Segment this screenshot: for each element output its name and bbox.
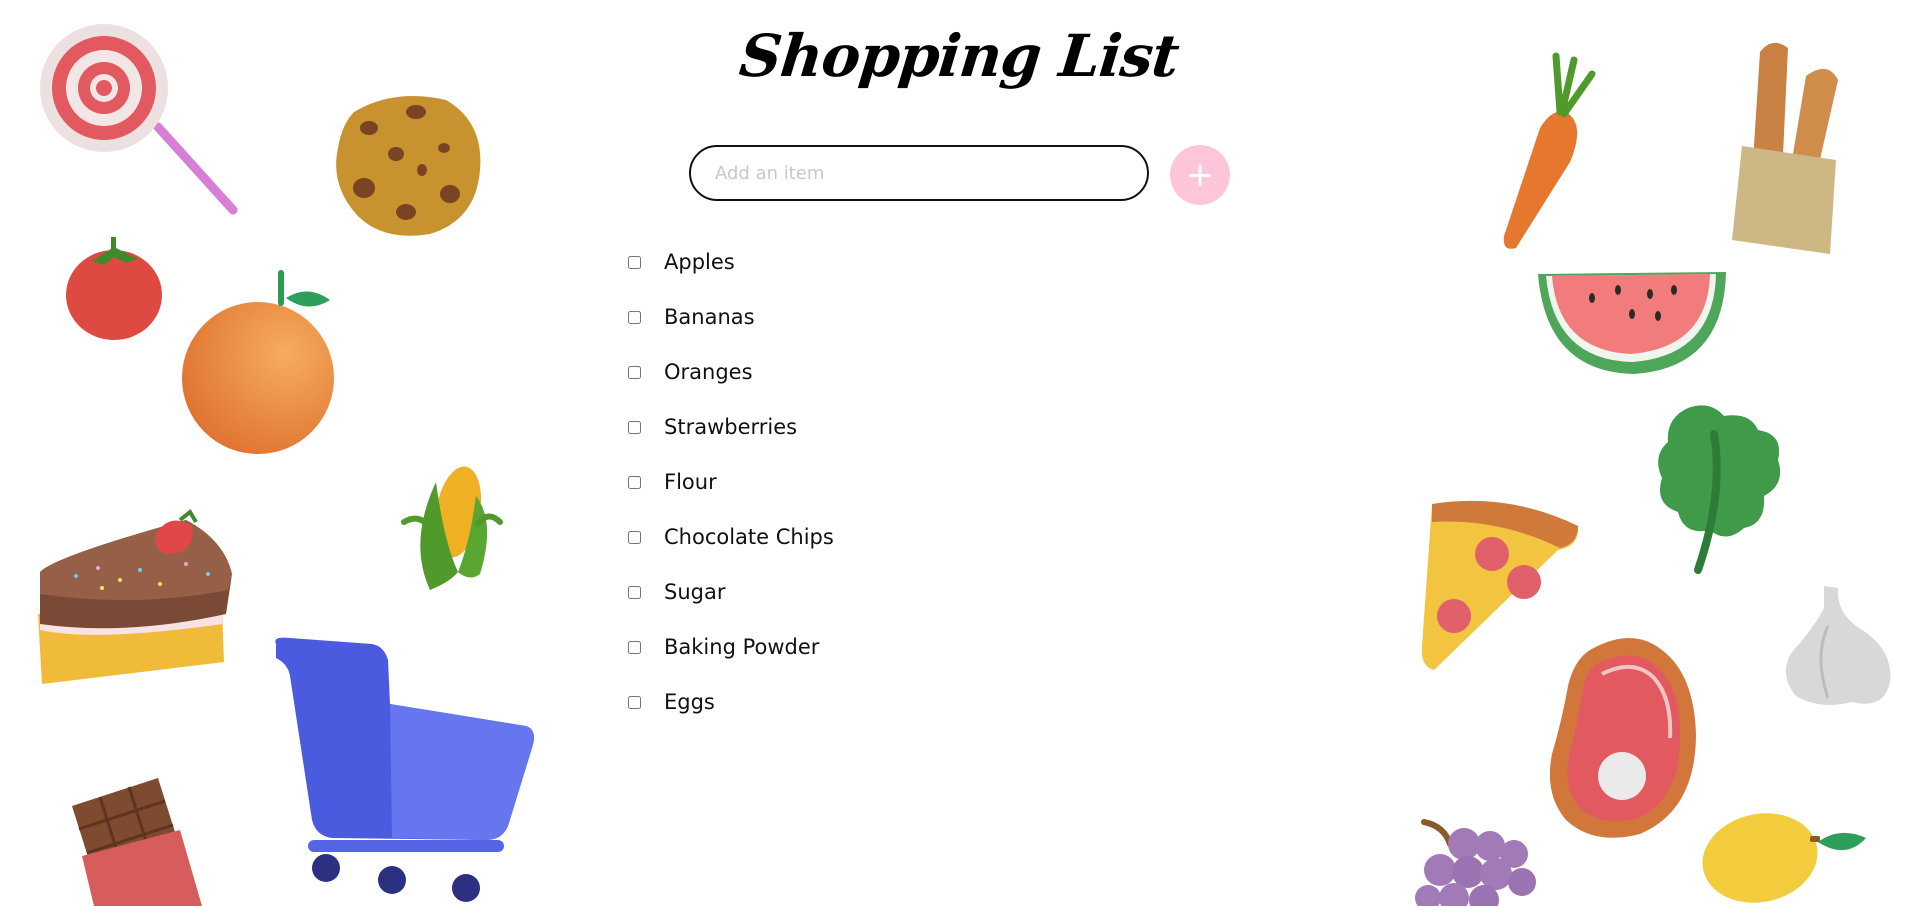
item-label: Oranges (664, 360, 753, 384)
cake-slice-icon (36, 509, 236, 687)
garlic-icon (1784, 586, 1894, 708)
item-label: Eggs (664, 690, 715, 714)
item-label: Sugar (664, 580, 726, 604)
grapes-icon (1414, 819, 1544, 906)
item-checkbox[interactable] (628, 641, 641, 654)
item-label: Baking Powder (664, 635, 820, 659)
add-item-button[interactable]: + (1170, 145, 1230, 205)
item-checkbox[interactable] (628, 696, 641, 709)
item-checkbox[interactable] (628, 586, 641, 599)
cookie-icon (334, 92, 486, 240)
item-label: Bananas (664, 305, 755, 329)
item-label: Apples (664, 250, 735, 274)
item-checkbox[interactable] (628, 311, 641, 324)
watermelon-slice-icon (1538, 268, 1728, 378)
orange-icon (182, 270, 334, 455)
chocolate-bar-icon (72, 778, 212, 906)
kale-icon (1654, 404, 1784, 574)
lemon-icon (1700, 808, 1868, 906)
item-label: Strawberries (664, 415, 798, 439)
steak-icon (1544, 634, 1698, 840)
baguette-icon (1732, 36, 1868, 256)
item-checkbox[interactable] (628, 531, 641, 544)
add-item-input[interactable] (689, 145, 1149, 201)
item-label: Flour (664, 470, 717, 494)
corn-icon (401, 462, 503, 592)
item-checkbox[interactable] (628, 476, 641, 489)
item-checkbox[interactable] (628, 256, 641, 269)
item-checkbox[interactable] (628, 421, 641, 434)
add-item-row: + (689, 145, 1235, 205)
lollipop-icon (38, 22, 243, 217)
tomato-icon (64, 233, 166, 341)
item-label: Chocolate Chips (664, 525, 834, 549)
page-title: Shopping List (736, 22, 1182, 90)
shopping-cart-icon (272, 636, 534, 904)
item-checkbox[interactable] (628, 366, 641, 379)
carrot-icon (1500, 52, 1596, 252)
